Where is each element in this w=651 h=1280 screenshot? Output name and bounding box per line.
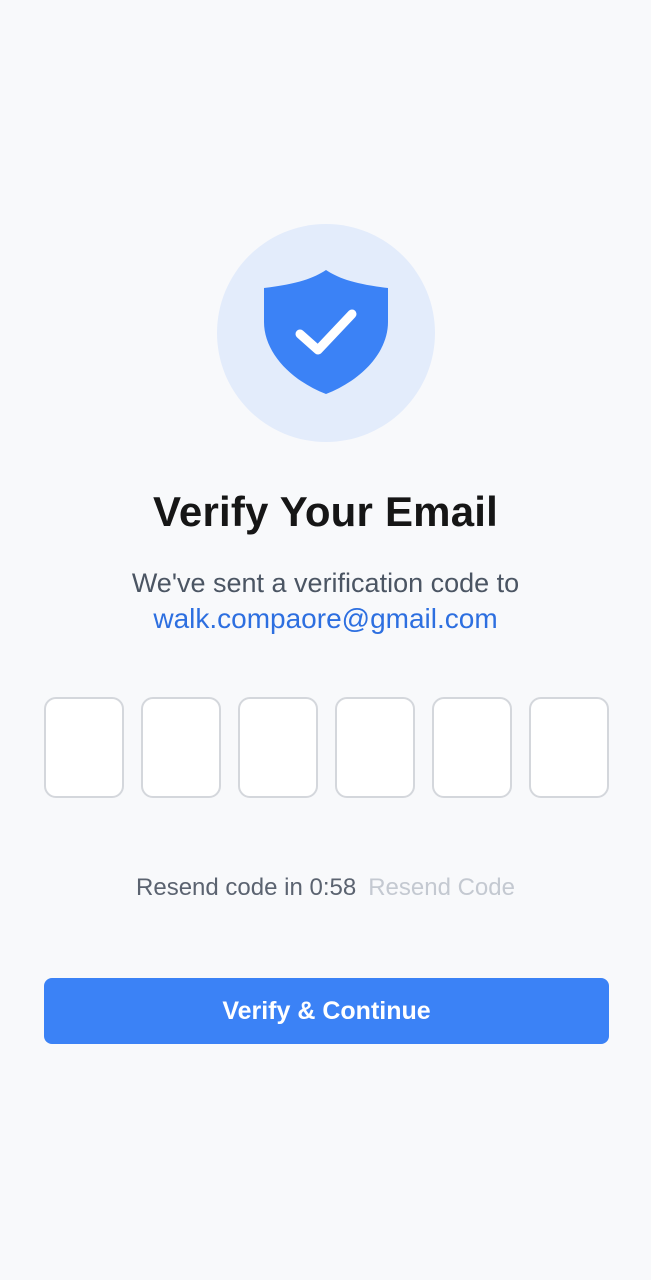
verification-code-inputs bbox=[44, 697, 609, 798]
code-digit-4[interactable] bbox=[335, 697, 415, 798]
code-digit-1[interactable] bbox=[44, 697, 124, 798]
resend-code-link[interactable]: Resend Code bbox=[368, 874, 515, 901]
resend-row: Resend code in 0:58 Resend Code bbox=[0, 874, 651, 902]
resend-countdown: Resend code in 0:58 bbox=[136, 874, 357, 901]
verify-email-screen: Verify Your Email We've sent a verificat… bbox=[0, 0, 651, 1280]
code-digit-3[interactable] bbox=[238, 697, 318, 798]
verification-subtitle: We've sent a verification code to bbox=[131, 568, 520, 598]
email-address: walk.compaore@gmail.com bbox=[153, 603, 498, 634]
page-title: Verify Your Email bbox=[153, 488, 498, 535]
code-digit-6[interactable] bbox=[529, 697, 609, 798]
shield-badge bbox=[217, 224, 435, 442]
shield-check-icon bbox=[264, 270, 388, 394]
verify-continue-button[interactable]: Verify & Continue bbox=[44, 978, 609, 1044]
code-digit-2[interactable] bbox=[141, 697, 221, 798]
code-digit-5[interactable] bbox=[432, 697, 512, 798]
